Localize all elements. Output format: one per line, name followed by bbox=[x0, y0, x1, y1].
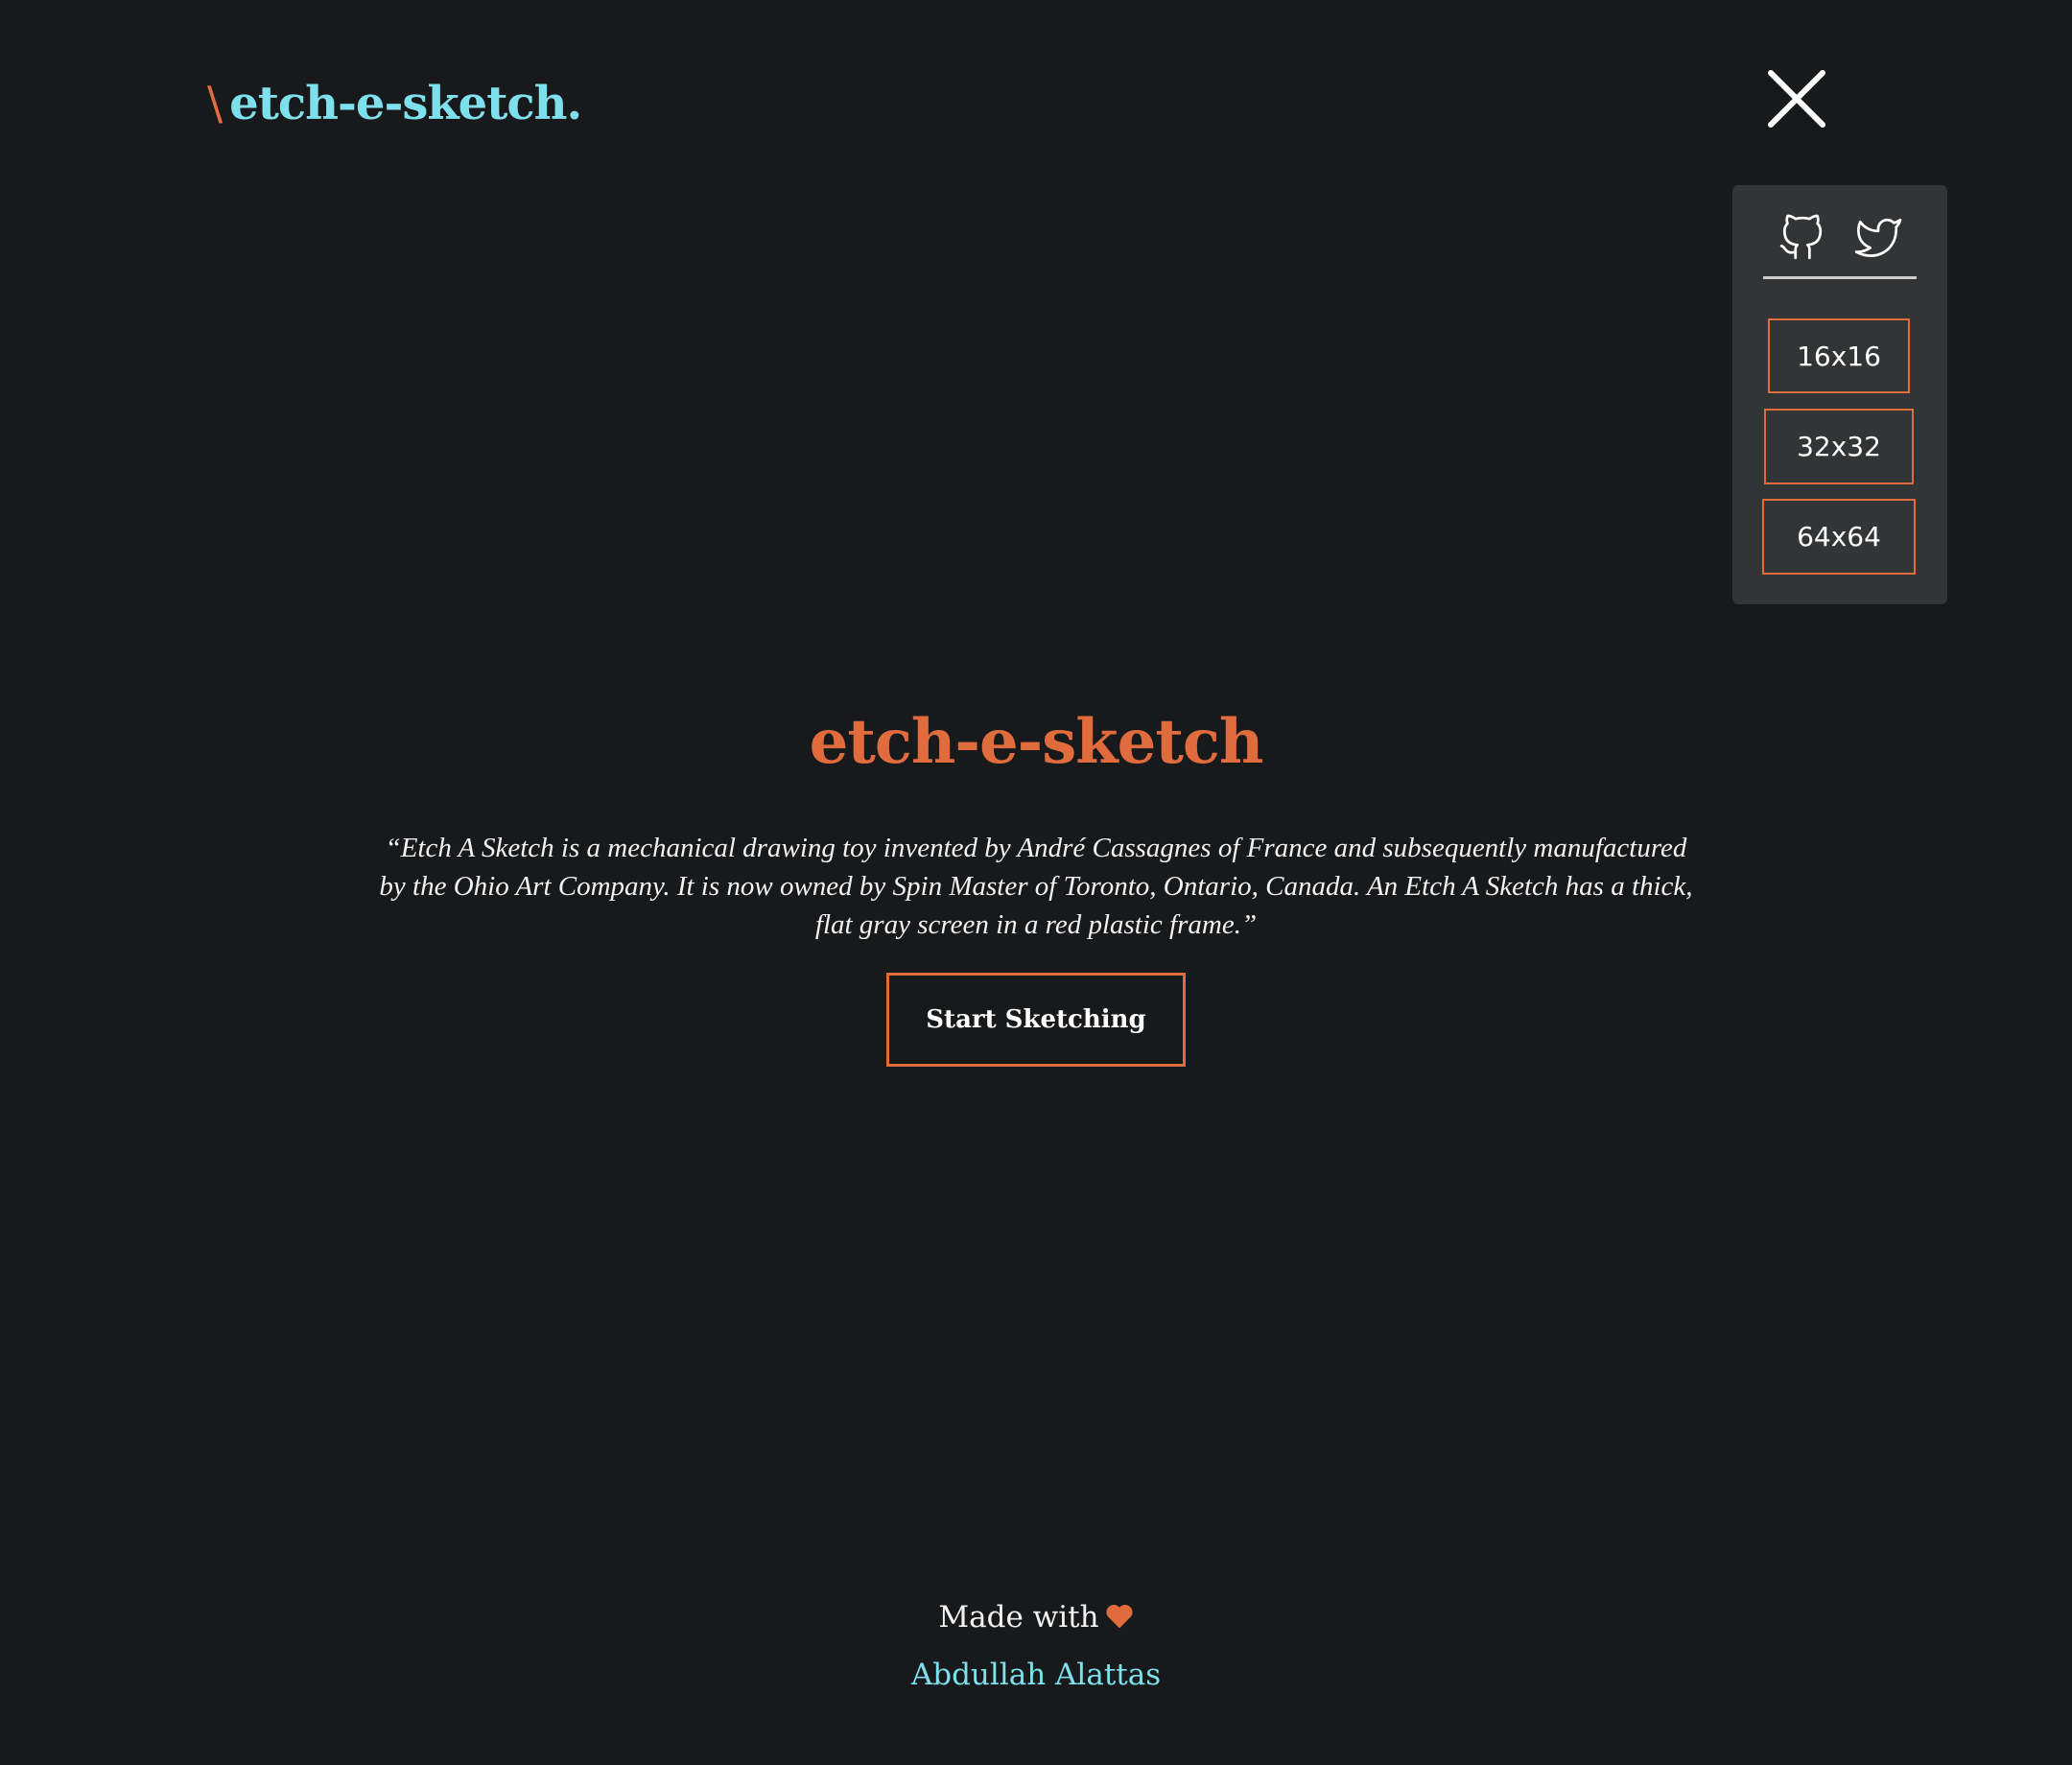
brand-logo[interactable]: \ etch-e-sketch. bbox=[207, 77, 582, 130]
brand-slash: \ bbox=[207, 77, 223, 130]
author-link[interactable]: Abdullah Alattas bbox=[911, 1658, 1161, 1692]
footer-made-with: Made with bbox=[0, 1596, 2072, 1638]
close-menu-button[interactable] bbox=[1765, 67, 1828, 130]
grid-size-32-button[interactable]: 32x32 bbox=[1764, 409, 1914, 484]
close-icon bbox=[1768, 70, 1825, 128]
github-link[interactable] bbox=[1778, 214, 1825, 262]
twitter-icon bbox=[1854, 218, 1902, 257]
brand-name: etch-e-sketch. bbox=[229, 77, 582, 130]
menu-panel: 16x16 32x32 64x64 bbox=[1732, 185, 1947, 604]
social-links bbox=[1763, 214, 1917, 279]
github-icon bbox=[1779, 214, 1823, 260]
start-sketching-button[interactable]: Start Sketching bbox=[886, 973, 1186, 1067]
made-with-label: Made with bbox=[938, 1600, 1099, 1635]
page-title: etch-e-sketch bbox=[809, 706, 1264, 778]
description-quote: “Etch A Sketch is a mechanical drawing t… bbox=[379, 833, 1693, 940]
grid-size-64-button[interactable]: 64x64 bbox=[1762, 499, 1916, 575]
heart-icon bbox=[1105, 1603, 1134, 1630]
grid-size-16-button[interactable]: 16x16 bbox=[1768, 318, 1910, 393]
twitter-link[interactable] bbox=[1854, 214, 1902, 262]
footer-author: Abdullah Alattas bbox=[0, 1654, 2072, 1696]
